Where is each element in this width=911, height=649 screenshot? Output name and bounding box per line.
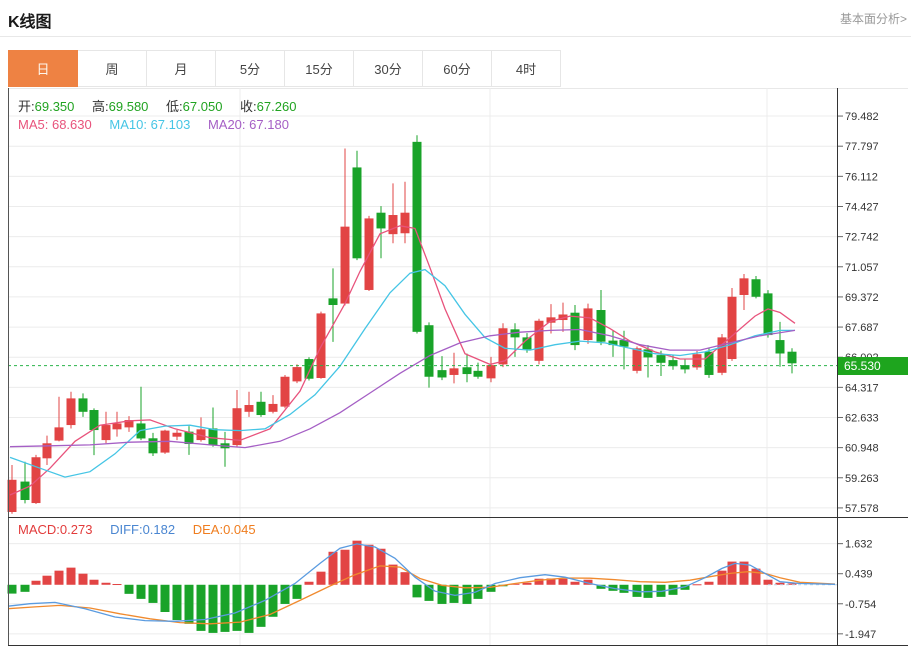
svg-text:69.372: 69.372 (845, 292, 879, 304)
svg-text:72.742: 72.742 (845, 232, 879, 244)
svg-text:0.439: 0.439 (845, 569, 873, 581)
ma5-value: 68.630 (52, 117, 92, 132)
macd-value: 0.273 (60, 522, 93, 537)
svg-text:59.263: 59.263 (845, 473, 879, 485)
candles-group (8, 135, 797, 514)
ma20-label: MA20: (208, 117, 246, 132)
high-value: 69.580 (109, 99, 149, 114)
current-price-badge: 65.530 (838, 357, 908, 375)
macd-label: MACD: (18, 522, 60, 537)
macd-histogram (8, 541, 797, 633)
ma5-label: MA5: (18, 117, 48, 132)
svg-text:74.427: 74.427 (845, 201, 879, 213)
ma20-value: 67.180 (249, 117, 289, 132)
close-value: 67.260 (257, 99, 297, 114)
svg-text:67.687: 67.687 (845, 322, 879, 334)
high-label: 高: (92, 99, 109, 114)
open-value: 69.350 (35, 99, 75, 114)
svg-text:77.797: 77.797 (845, 141, 879, 153)
close-label: 收: (240, 99, 257, 114)
macd-legend: MACD:0.273 DIFF:0.182 DEA:0.045 (18, 522, 270, 537)
svg-text:60.948: 60.948 (845, 443, 879, 455)
dea-label: DEA: (193, 522, 223, 537)
ma10-value: 67.103 (151, 117, 191, 132)
svg-text:-1.947: -1.947 (845, 629, 876, 641)
diff-label: DIFF: (110, 522, 143, 537)
dea-value: 0.045 (223, 522, 256, 537)
open-label: 开: (18, 99, 35, 114)
svg-text:76.112: 76.112 (845, 171, 878, 183)
ma10-line (10, 270, 795, 478)
svg-text:-0.754: -0.754 (845, 599, 876, 611)
svg-text:71.057: 71.057 (845, 262, 879, 274)
diff-value: 0.182 (143, 522, 176, 537)
svg-text:57.578: 57.578 (845, 503, 879, 515)
svg-text:79.482: 79.482 (845, 111, 879, 123)
ohlc-legend: 开:69.350 高:69.580 低:67.050 收:67.260 (18, 96, 310, 115)
ma10-label: MA10: (109, 117, 147, 132)
ma20-line (10, 330, 795, 448)
axes (8, 88, 908, 646)
low-value: 67.050 (183, 99, 223, 114)
tab-day[interactable]: 日 (8, 50, 78, 87)
ma-legend: MA5: 68.630 MA10: 67.103 MA20: 67.180 (18, 117, 303, 132)
svg-text:62.633: 62.633 (845, 412, 879, 424)
y-axis-labels: 79.482 77.797 76.112 74.427 72.742 71.057 69.3… (838, 111, 879, 641)
svg-text:64.317: 64.317 (845, 382, 879, 394)
svg-text:1.632: 1.632 (845, 539, 873, 551)
low-label: 低: (166, 99, 183, 114)
